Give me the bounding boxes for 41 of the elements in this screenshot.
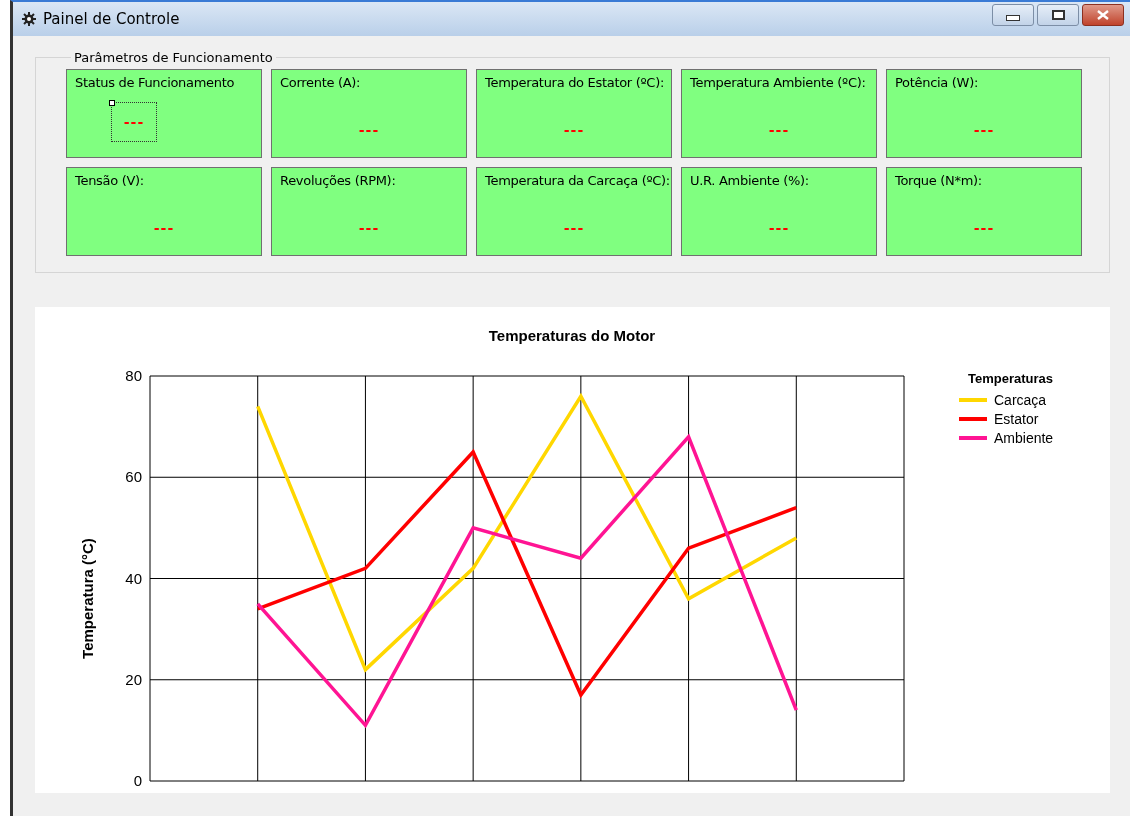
tile-label: Temperatura do Estator (ºC):: [485, 75, 664, 90]
tile-value: ---: [123, 114, 145, 130]
tile-value: ---: [152, 220, 176, 236]
tile-value: ---: [562, 122, 586, 138]
y-tick-label: 40: [125, 569, 142, 587]
tile-label: Torque (N*m):: [895, 173, 982, 188]
minimize-icon: [1006, 15, 1020, 21]
tile-value: ---: [767, 122, 791, 138]
tile-value: ---: [972, 122, 996, 138]
close-button[interactable]: [1082, 4, 1124, 26]
y-tick-label: 0: [133, 772, 142, 789]
group-title: Parâmetros de Funcionamento: [73, 50, 274, 65]
y-axis-label: Temperatura (°C): [79, 538, 96, 659]
gear-icon: [21, 11, 37, 27]
maximize-icon: [1051, 10, 1065, 20]
tile-label: U.R. Ambiente (%):: [690, 173, 809, 188]
tile-label: Tensão (V):: [75, 173, 144, 188]
legend-title: Temperaturas: [968, 371, 1053, 386]
tile-label: Potência (W):: [895, 75, 978, 90]
tile-label: Revoluções (RPM):: [280, 173, 396, 188]
resize-handle[interactable]: [109, 100, 115, 106]
chart-title: Temperaturas do Motor: [488, 327, 656, 344]
legend-label: Ambiente: [994, 430, 1054, 446]
maximize-button[interactable]: [1037, 4, 1079, 26]
tile-value: ---: [357, 122, 381, 138]
tile-value: ---: [767, 220, 791, 236]
tile-value: ---: [562, 220, 586, 236]
legend-label: Carcaça: [994, 392, 1047, 408]
tile-label: Status de Funcionamento: [75, 75, 235, 90]
tile-value: ---: [972, 220, 996, 236]
tile-label: Corrente (A):: [280, 75, 361, 90]
legend-label: Estator: [994, 411, 1039, 427]
close-icon: [1097, 10, 1109, 20]
window-title: Painel de Controle: [43, 10, 180, 28]
y-tick-label: 20: [125, 670, 142, 688]
y-tick-label: 60: [125, 468, 142, 486]
minimize-button[interactable]: [992, 4, 1034, 26]
tile-label: Temperatura da Carcaça (ºC):: [485, 173, 670, 188]
y-tick-label: 80: [125, 367, 142, 384]
tile-value: ---: [357, 220, 381, 236]
tile-label: Temperatura Ambiente (ºC):: [690, 75, 866, 90]
